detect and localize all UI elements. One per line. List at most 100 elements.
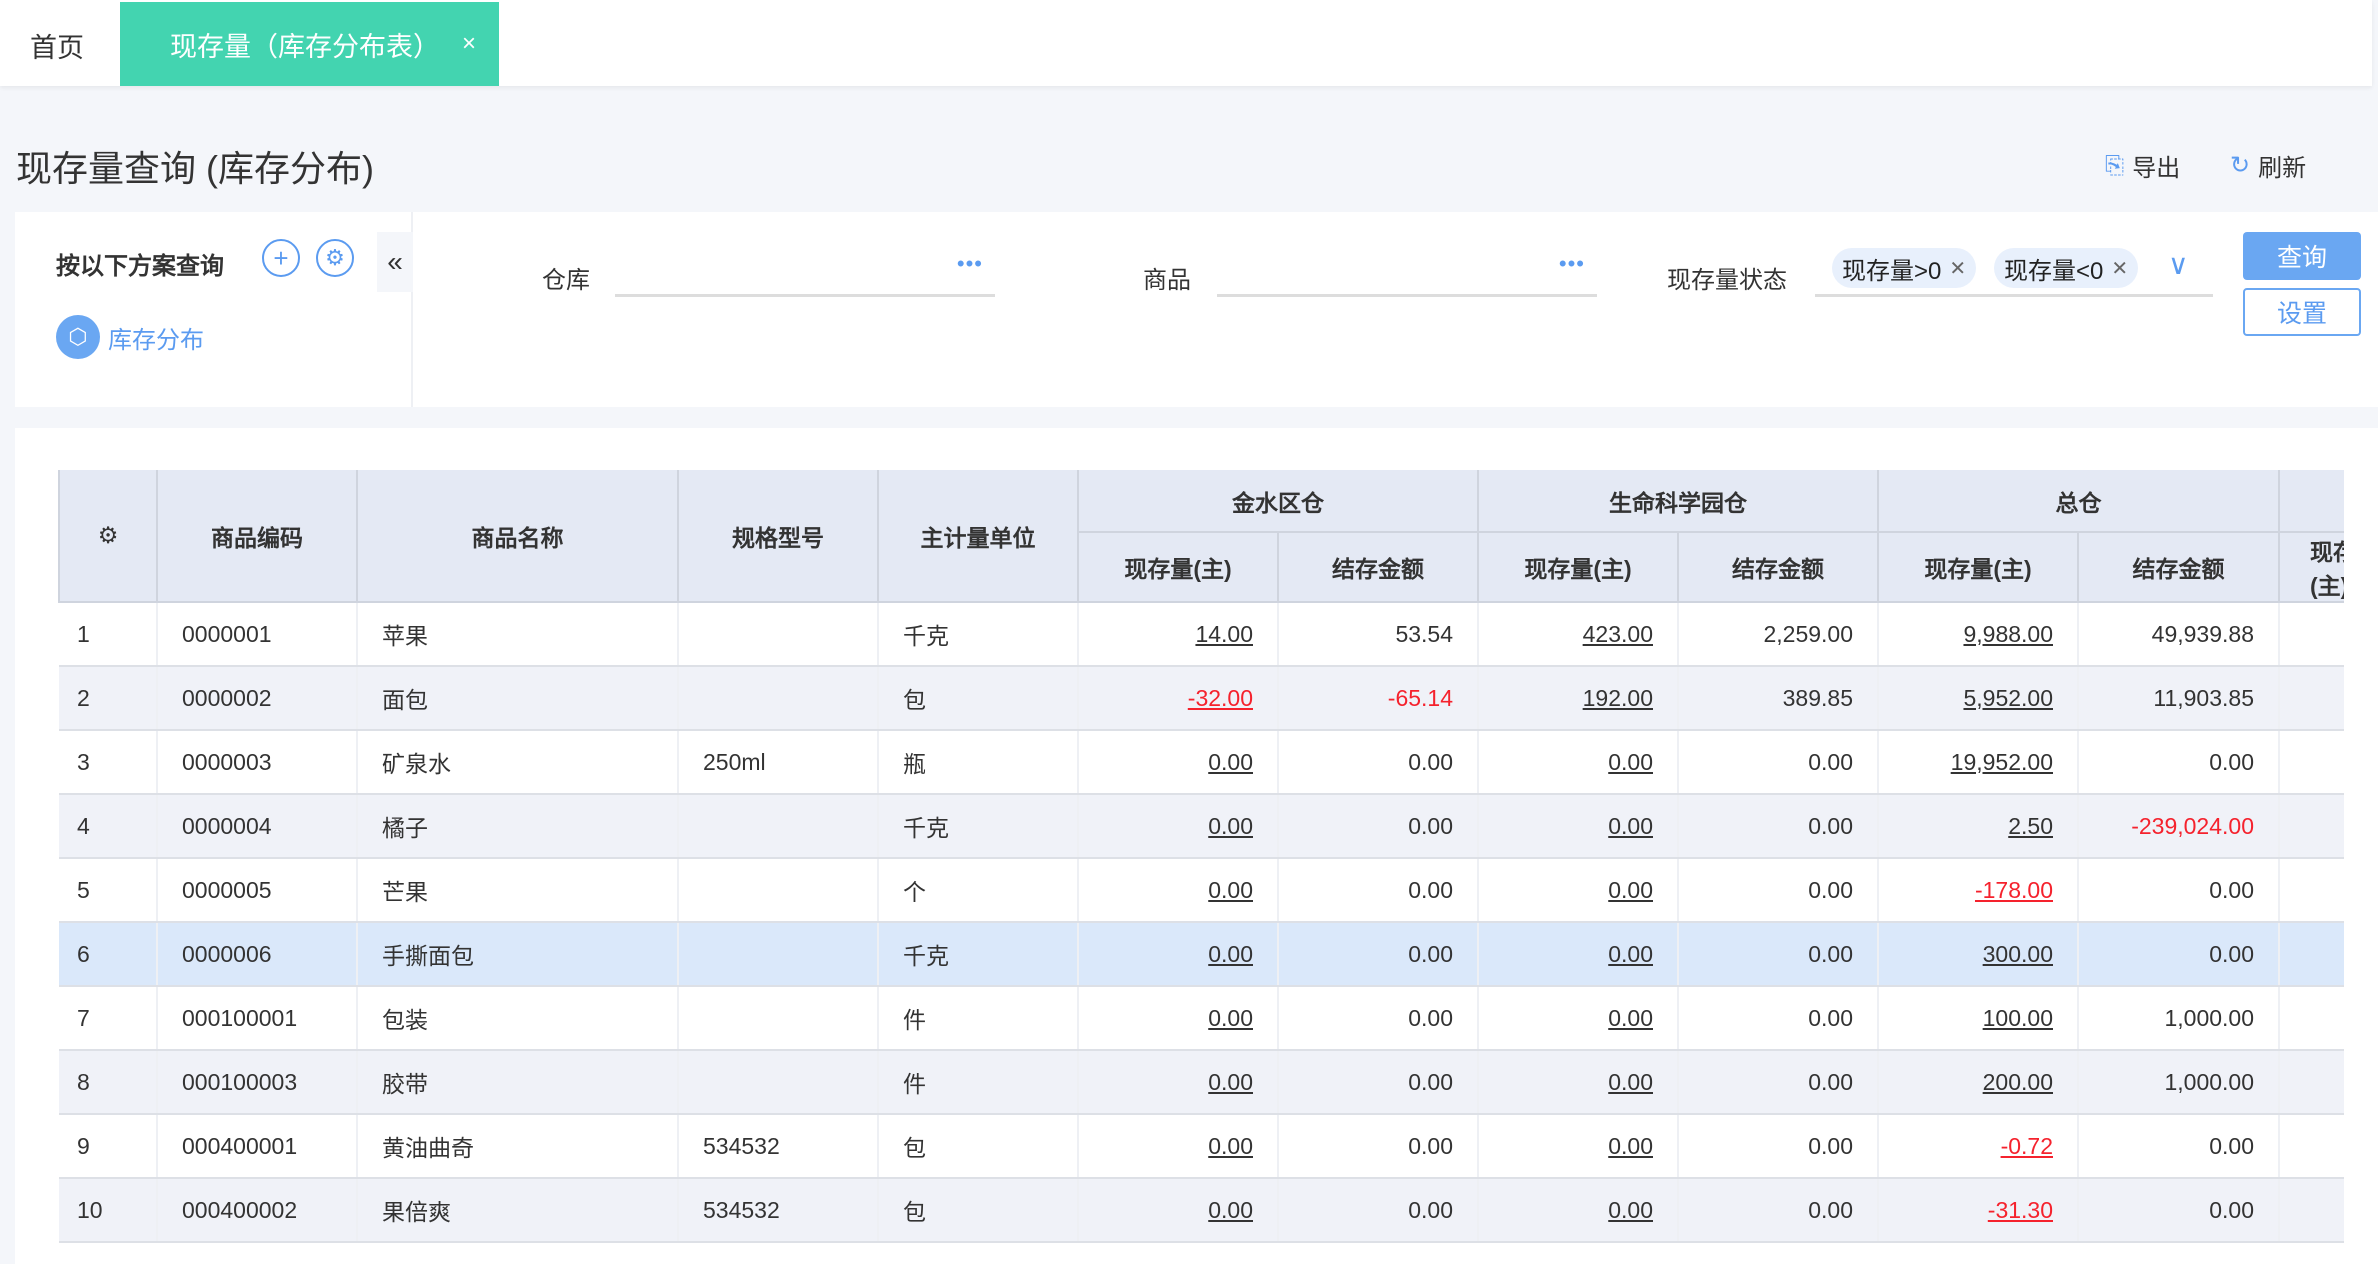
header-amount[interactable]: 结存金额 — [2077, 532, 2280, 603]
stock-qty-link[interactable]: 423.00 — [1583, 621, 1653, 647]
stock-qty[interactable]: 0.00 — [1478, 1178, 1679, 1243]
stock-qty[interactable]: -0.72 — [1878, 1114, 2079, 1179]
stock-qty[interactable]: 0.00 — [1478, 794, 1679, 859]
gear-icon[interactable]: ⚙ — [316, 239, 354, 277]
stock-qty[interactable]: 2.50 — [1878, 794, 2079, 859]
stock-qty-link[interactable]: 0.00 — [1208, 941, 1253, 967]
header-qty[interactable]: 现存量(主) — [1877, 532, 2079, 603]
table-row[interactable]: 10 000400002 果倍爽 534532 包 0.00 0.00 0.00 0.0… — [59, 1178, 2344, 1243]
settings-button[interactable]: 设置 — [2243, 288, 2361, 336]
stock-qty-link[interactable]: 0.00 — [1608, 877, 1653, 903]
stock-qty-link[interactable]: 2.50 — [2008, 813, 2053, 839]
export-button[interactable]: ⎘ 导出 — [2105, 148, 2180, 183]
stock-qty-link[interactable]: 0.00 — [1608, 1069, 1653, 1095]
close-icon[interactable]: ✕ — [1949, 256, 1966, 281]
stock-qty-link[interactable]: 192.00 — [1583, 685, 1653, 711]
stock-qty-link[interactable]: 0.00 — [1608, 1197, 1653, 1223]
stock-qty[interactable]: 423.00 — [1478, 602, 1679, 667]
header-code[interactable]: 商品编码 — [156, 470, 358, 603]
table-row[interactable]: 7 000100001 包装 件 0.00 0.00 0.00 0.00 100.00 1,… — [59, 986, 2344, 1051]
stock-qty[interactable]: 0.00 — [1078, 794, 1279, 859]
close-icon[interactable]: ✕ — [2111, 256, 2128, 281]
stock-qty[interactable]: 192.00 — [1478, 666, 1679, 731]
stock-qty[interactable]: 0.00 — [1078, 1114, 1279, 1179]
stock-qty[interactable]: 0.00 — [1078, 1178, 1279, 1243]
header-unit[interactable]: 主计量单位 — [877, 470, 1079, 603]
warehouse-input[interactable]: ••• — [615, 247, 995, 297]
stock-qty[interactable]: 0.00 — [1078, 986, 1279, 1051]
header-qty[interactable]: 现存量(主) — [1477, 532, 1679, 603]
table-row[interactable]: 3 0000003 矿泉水 250ml 瓶 0.00 0.00 0.00 0.00 19,… — [59, 730, 2344, 795]
collapse-icon[interactable]: « — [377, 232, 413, 292]
stock-qty[interactable]: 9,988.00 — [1878, 602, 2079, 667]
table-row[interactable]: 1 0000001 苹果 千克 14.00 53.54 423.00 2,259.00 9… — [59, 602, 2344, 667]
stock-qty-link[interactable]: 0.00 — [1608, 749, 1653, 775]
stock-qty[interactable]: 0.00 — [1078, 922, 1279, 987]
add-scheme-icon[interactable]: + — [262, 239, 300, 277]
chevron-down-icon[interactable]: ∨ — [2168, 248, 2189, 281]
stock-qty-link[interactable]: 100.00 — [1983, 1005, 2053, 1031]
tab-inventory-distribution[interactable]: 现存量（库存分布表） × — [120, 2, 499, 86]
stock-qty-link[interactable]: 14.00 — [1195, 621, 1253, 647]
stock-qty-link[interactable]: 19,952.00 — [1951, 749, 2053, 775]
table-row[interactable]: 6 0000006 手撕面包 千克 0.00 0.00 0.00 0.00 300.00 0… — [59, 922, 2344, 987]
stock-qty[interactable]: 0.00 — [1078, 730, 1279, 795]
stock-qty[interactable]: 0.00 — [1478, 730, 1679, 795]
stock-qty-link[interactable]: 0.00 — [1608, 1133, 1653, 1159]
table-row[interactable]: 8 000100003 胶带 件 0.00 0.00 0.00 0.00 200.00 1,… — [59, 1050, 2344, 1115]
refresh-button[interactable]: ↻ 刷新 — [2230, 148, 2306, 183]
gear-icon[interactable]: ⚙ — [98, 522, 119, 548]
stock-qty[interactable]: 200.00 — [1878, 1050, 2079, 1115]
stock-qty[interactable]: 0.00 — [1478, 922, 1679, 987]
stock-qty[interactable]: 14.00 — [1078, 602, 1279, 667]
stock-qty-link[interactable]: 0.00 — [1208, 877, 1253, 903]
stock-qty-link[interactable]: -178.00 — [1975, 877, 2053, 903]
stock-qty-link[interactable]: 0.00 — [1608, 813, 1653, 839]
stock-qty-link[interactable]: 300.00 — [1983, 941, 2053, 967]
stock-qty-link[interactable]: 0.00 — [1208, 1005, 1253, 1031]
column-settings[interactable]: ⚙ — [58, 470, 158, 603]
header-name[interactable]: 商品名称 — [356, 470, 679, 603]
stock-qty[interactable]: 100.00 — [1878, 986, 2079, 1051]
table-row[interactable]: 9 000400001 黄油曲奇 534532 包 0.00 0.00 0.00 0.0… — [59, 1114, 2344, 1179]
stock-qty[interactable]: -178.00 — [1878, 858, 2079, 923]
stock-qty-link[interactable]: -32.00 — [1188, 685, 1253, 711]
stock-qty-link[interactable]: 0.00 — [1208, 1133, 1253, 1159]
stock-qty-link[interactable]: -0.72 — [2001, 1133, 2053, 1159]
stock-qty[interactable]: -32.00 — [1078, 666, 1279, 731]
header-qty[interactable]: 现存量(主) — [2278, 532, 2344, 603]
stock-qty[interactable]: 0.00 — [1478, 1050, 1679, 1115]
stock-qty-link[interactable]: 0.00 — [1608, 941, 1653, 967]
more-icon[interactable]: ••• — [1559, 251, 1585, 277]
stock-qty-link[interactable]: -31.30 — [1988, 1197, 2053, 1223]
stock-qty-link[interactable]: 0.00 — [1208, 1197, 1253, 1223]
stock-qty-link[interactable]: 0.00 — [1208, 813, 1253, 839]
header-spec[interactable]: 规格型号 — [677, 470, 879, 603]
tab-home[interactable]: 首页 — [30, 26, 84, 65]
stock-qty[interactable]: 300.00 — [1878, 922, 2079, 987]
stock-qty[interactable]: 0.00 — [1078, 1050, 1279, 1115]
more-icon[interactable]: ••• — [957, 251, 983, 277]
stock-qty[interactable]: 19,952.00 — [1878, 730, 2079, 795]
header-qty[interactable]: 现存量(主) — [1077, 532, 1279, 603]
stock-qty[interactable]: -31.30 — [1878, 1178, 2079, 1243]
stock-qty[interactable]: 0.00 — [1478, 986, 1679, 1051]
close-icon[interactable]: × — [462, 30, 476, 58]
table-row[interactable]: 5 0000005 芒果 个 0.00 0.00 0.00 0.00 -178.00 0.0… — [59, 858, 2344, 923]
stock-qty-link[interactable]: 5,952.00 — [1963, 685, 2053, 711]
stock-qty-link[interactable]: 0.00 — [1208, 1069, 1253, 1095]
stock-qty[interactable]: 0.00 — [1478, 1114, 1679, 1179]
table-row[interactable]: 2 0000002 面包 包 -32.00 -65.14 192.00 389.85 5,… — [59, 666, 2344, 731]
header-amount[interactable]: 结存金额 — [1677, 532, 1879, 603]
stock-qty[interactable]: 0.00 — [1478, 858, 1679, 923]
table-row[interactable]: 4 0000004 橘子 千克 0.00 0.00 0.00 0.00 2.50 -239,… — [59, 794, 2344, 859]
stock-qty-link[interactable]: 9,988.00 — [1963, 621, 2053, 647]
stock-qty[interactable]: 0.00 — [1078, 858, 1279, 923]
scheme-item-inventory-distribution[interactable]: ⬡ 库存分布 — [56, 315, 204, 359]
product-input[interactable]: ••• — [1217, 247, 1597, 297]
header-amount[interactable]: 结存金额 — [1277, 532, 1479, 603]
stock-qty-link[interactable]: 200.00 — [1983, 1069, 2053, 1095]
stock-qty-link[interactable]: 0.00 — [1208, 749, 1253, 775]
query-button[interactable]: 查询 — [2243, 232, 2361, 280]
stock-qty-link[interactable]: 0.00 — [1608, 1005, 1653, 1031]
